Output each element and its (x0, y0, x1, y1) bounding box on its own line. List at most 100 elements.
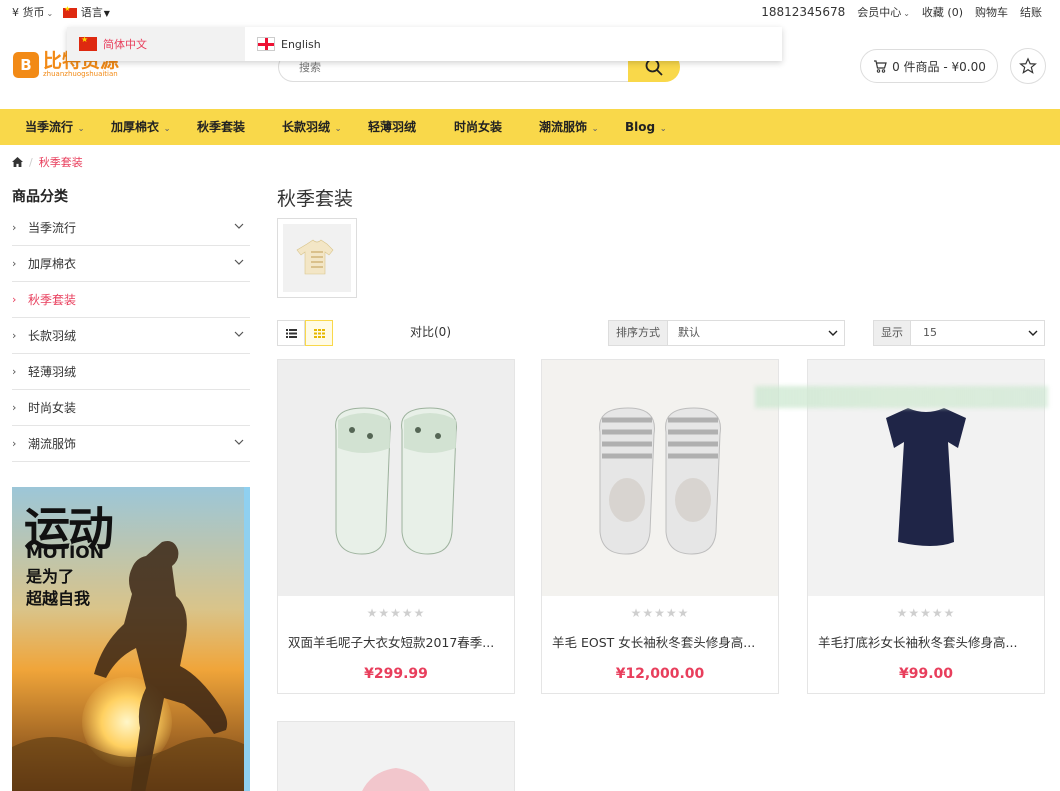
sidebar-item-label: 当季流行 (28, 221, 77, 235)
chevron-right-icon: › (12, 221, 17, 234)
product-price: ¥99.00 (898, 666, 954, 682)
china-flag-icon (79, 35, 97, 51)
page-title: 秋季套装 (277, 188, 354, 210)
nav-label: 加厚棉衣 (111, 120, 160, 134)
rating-stars: ★★★★★ (630, 606, 690, 620)
breadcrumb: / 秋季套装 (12, 154, 83, 170)
product-price: ¥12,000.00 (615, 666, 705, 682)
nav-label: 时尚女装 (454, 120, 503, 134)
breadcrumb-separator: / (29, 155, 33, 169)
breadcrumb-current[interactable]: 秋季套装 (39, 154, 83, 170)
sidebar-item-label: 潮流服饰 (28, 437, 77, 451)
product-name[interactable]: 羊毛 EOST 女长袖秋冬套头修身高... (552, 632, 768, 651)
product-card[interactable]: ★★★★★ 羊毛 EOST 女长袖秋冬套头修身高... ¥12,000.00 (541, 359, 779, 694)
sort-label: 排序方式 (608, 320, 668, 346)
show-count-select[interactable]: 15 (910, 320, 1045, 346)
sidebar-item-long-down[interactable]: › 长款羽绒 (12, 318, 250, 354)
nav-label: 轻薄羽绒 (368, 120, 417, 134)
product-name[interactable]: 羊毛打底衫女长袖秋冬套头修身高... (818, 632, 1034, 651)
checkout-link[interactable]: 结账 (1020, 4, 1042, 20)
nav-item-autumn-sets[interactable]: 秋季套装 (197, 109, 245, 145)
banner-motion: MOTION (26, 543, 104, 563)
product-card[interactable]: ★★★★★ 双面羊毛呢子大衣女短款2017春季... ¥299.99 (277, 359, 515, 694)
nav-item-seasonal[interactable]: 当季流行 ⌄ (25, 109, 85, 145)
language-option-label: 简体中文 (103, 38, 147, 51)
language-option-en[interactable]: English (245, 27, 321, 61)
expand-icon[interactable] (234, 258, 244, 266)
favorites-link[interactable]: 收藏 (0) (922, 4, 963, 20)
sidebar-item-womens-fashion[interactable]: › 时尚女装 (12, 390, 250, 426)
language-selector[interactable]: 语言▼ (63, 4, 110, 20)
expand-icon[interactable] (234, 438, 244, 446)
product-card[interactable]: ★★★★★ 羊毛打底衫女长袖秋冬套头修身高... ¥99.00 (807, 359, 1045, 694)
grid-icon (313, 328, 325, 338)
sort-value: 默认 (678, 326, 700, 339)
sidebar-item-light-down[interactable]: › 轻薄羽绒 (12, 354, 250, 390)
sort-select[interactable]: 默认 (667, 320, 845, 346)
category-list: › 当季流行 › 加厚棉衣 › 秋季套装 › 长款羽绒 › 轻薄羽绒 › 时尚女装 › 潮流服… (12, 210, 250, 462)
rating-stars: ★★★★★ (896, 606, 956, 620)
grid-view-button[interactable] (305, 320, 333, 346)
chevron-right-icon: › (12, 257, 17, 270)
sidebar-item-label: 长款羽绒 (28, 329, 77, 343)
product-image[interactable] (542, 360, 778, 596)
sidebar-item-padded-cotton[interactable]: › 加厚棉衣 (12, 246, 250, 282)
chevron-down-icon: ⌄ (332, 124, 342, 133)
nav-item-padded-cotton[interactable]: 加厚棉衣 ⌄ (111, 109, 171, 145)
list-view-button[interactable] (277, 320, 305, 346)
currency-selector[interactable]: ¥ 货币 ⌄ (12, 4, 53, 20)
sidebar-banner[interactable]: 运动 MOTION 是为了 超越自我 (12, 487, 250, 791)
star-icon (1019, 57, 1037, 74)
language-option-label: English (281, 37, 321, 51)
chevron-down-icon (1028, 330, 1038, 336)
phone-number: 18812345678 (761, 5, 846, 19)
cart-summary-button[interactable]: 0 件商品 - ¥0.00 (860, 49, 998, 83)
language-option-zh[interactable]: 简体中文 (67, 27, 245, 61)
blurred-overlay (755, 386, 1048, 408)
main-nav: 当季流行 ⌄ 加厚棉衣 ⌄ 秋季套装 长款羽绒 ⌄ 轻薄羽绒 时尚女装 潮流服饰… (0, 109, 1060, 145)
currency-label: ¥ 货币 (12, 6, 45, 19)
expand-icon[interactable] (234, 222, 244, 230)
sidebar-item-label: 时尚女装 (28, 401, 77, 415)
nav-item-womens-fashion[interactable]: 时尚女装 (454, 109, 502, 145)
show-label: 显示 (873, 320, 911, 346)
uk-flag-icon (257, 37, 275, 51)
member-center-link[interactable]: 会员中心 ⌄ (857, 4, 910, 20)
sidebar-item-label: 秋季套装 (28, 293, 77, 307)
chevron-right-icon: › (12, 401, 17, 414)
product-image[interactable] (278, 722, 514, 791)
product-card[interactable] (277, 721, 515, 791)
nav-label: 当季流行 (25, 120, 74, 134)
sidebar-item-autumn-sets[interactable]: › 秋季套装 (12, 282, 250, 318)
sidebar-title: 商品分类 (12, 189, 68, 205)
list-icon (285, 328, 297, 338)
sidebar-item-label: 轻薄羽绒 (28, 365, 77, 379)
subcategory-thumbnail[interactable] (277, 218, 357, 298)
nav-item-light-down[interactable]: 轻薄羽绒 (368, 109, 416, 145)
wishlist-button[interactable] (1010, 48, 1046, 84)
tshirt-image (283, 224, 351, 292)
logo-subtext: zhuanzhuogshuaitian (43, 70, 118, 78)
product-name[interactable]: 双面羊毛呢子大衣女短款2017春季... (288, 632, 504, 651)
compare-link[interactable]: 对比(0) (410, 323, 451, 340)
nav-item-long-down[interactable]: 长款羽绒 ⌄ (282, 109, 342, 145)
home-icon[interactable] (12, 157, 23, 167)
member-center-label: 会员中心 (857, 6, 902, 19)
sidebar-item-seasonal[interactable]: › 当季流行 (12, 210, 250, 246)
sidebar-item-trend-clothing[interactable]: › 潮流服饰 (12, 426, 250, 462)
banner-edge (244, 487, 250, 791)
chevron-down-icon: ⌄ (589, 124, 599, 133)
nav-item-trend-clothing[interactable]: 潮流服饰 ⌄ (539, 109, 599, 145)
logo-icon: B (13, 52, 39, 78)
expand-icon[interactable] (234, 330, 244, 338)
chevron-down-icon: ⌄ (657, 124, 667, 133)
chevron-down-icon: ⌄ (46, 9, 54, 18)
language-dropdown-menu: 简体中文 English (67, 27, 782, 61)
chevron-down-icon: ⌄ (161, 124, 171, 133)
cart-link[interactable]: 购物车 (975, 4, 1008, 20)
nav-item-blog[interactable]: Blog ⌄ (625, 109, 667, 145)
product-image[interactable] (278, 360, 514, 596)
chevron-down-icon: ⌄ (903, 9, 910, 18)
china-flag-icon (63, 5, 78, 18)
banner-line3: 是为了 (26, 567, 75, 586)
